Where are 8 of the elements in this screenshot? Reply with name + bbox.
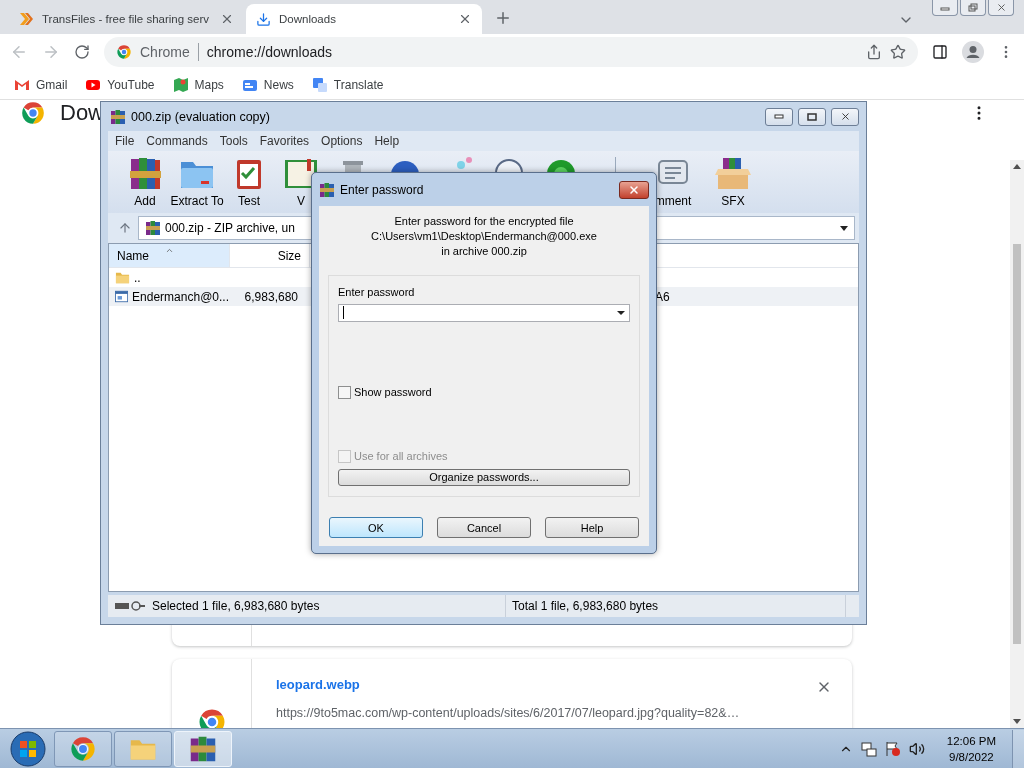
source-url: https://9to5mac.com/wp-content/uploads/sites/6/2017/07/leopard.jpg?quality=82&… <box>276 706 741 720</box>
window-title: 000.zip (evaluation copy) <box>131 109 271 124</box>
status-text: Total 1 file, 6,983,680 bytes <box>512 599 659 613</box>
field-label: Enter password <box>338 286 416 298</box>
dialog-title: Enter password <box>340 182 425 197</box>
dialog-message: Enter password for the encrypted file C:\Users\vm1\Desktop\Endermanch@000.exe in archive 000.zip <box>370 214 598 259</box>
size-cell-text: 6,983,680 <box>243 289 299 304</box>
status-text: Selected 1 file, 6,983,680 bytes <box>152 599 320 613</box>
